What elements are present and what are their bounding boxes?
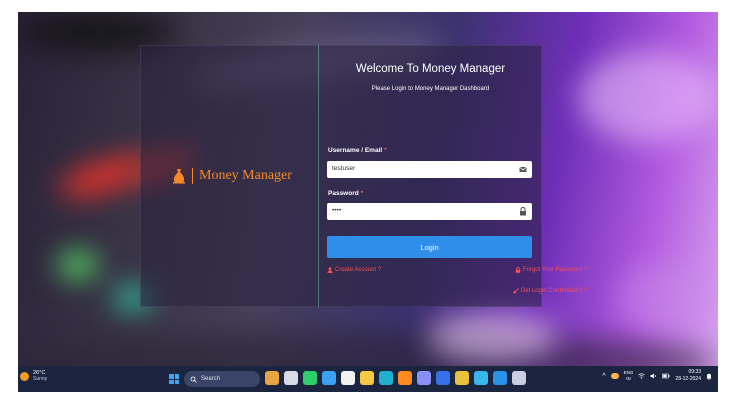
clock-time: 09:33 <box>688 369 701 375</box>
app-icon-vscode[interactable] <box>493 371 507 385</box>
cloud-icon[interactable] <box>610 373 619 379</box>
clock[interactable]: 09:33 28-12-2024 <box>675 369 701 383</box>
login-subtitle: Please Login to Money Manager Dashboard <box>371 86 490 92</box>
forgot-password-text: Forgot Your Password ? <box>522 267 587 273</box>
envelope-icon <box>519 166 527 172</box>
username-label: Username / Email * <box>328 147 387 154</box>
brand-name: Money Manager <box>199 168 292 183</box>
required-mark: * <box>384 147 387 154</box>
welcome-title: Welcome To Money Manager <box>355 63 506 75</box>
lock-small-icon <box>515 267 521 273</box>
battery-icon[interactable] <box>662 373 671 379</box>
create-account-text: Create Account ? <box>335 267 382 273</box>
brand-separator <box>192 168 193 184</box>
app-icon-store[interactable] <box>341 371 355 385</box>
username-value: testuser <box>332 165 356 172</box>
create-account-link[interactable]: Create Account ? <box>327 267 381 273</box>
panel-divider <box>318 45 319 307</box>
windows-start-icon[interactable] <box>169 374 179 384</box>
lock-icon <box>520 207 526 216</box>
get-credentials-text: Get Login Credentials? ? <box>520 288 587 294</box>
app-icon-teams[interactable] <box>417 371 431 385</box>
volume-icon[interactable] <box>650 373 657 379</box>
username-label-text: Username / Email <box>328 147 383 154</box>
username-field[interactable]: testuser <box>327 161 532 178</box>
password-label-text: Password <box>328 190 359 197</box>
search-icon <box>190 376 197 383</box>
pinned-apps <box>265 371 526 385</box>
user-icon <box>327 267 333 273</box>
password-field[interactable]: •••• <box>327 203 532 220</box>
notification-bell-icon[interactable] <box>706 373 712 380</box>
app-icon-chrome[interactable] <box>455 371 469 385</box>
chevron-up-icon[interactable]: ^ <box>602 373 605 380</box>
app-icon-edge[interactable] <box>379 371 393 385</box>
app-icon-notepad[interactable] <box>512 371 526 385</box>
weather-widget[interactable]: 26°C Sunny <box>20 370 47 382</box>
required-mark: * <box>360 190 364 197</box>
app-icon-widgets[interactable] <box>265 371 279 385</box>
app-icon-whatsapp[interactable] <box>303 371 317 385</box>
taskbar-search[interactable]: Search <box>184 371 260 387</box>
app-icon-chrome-like[interactable] <box>322 371 336 385</box>
language-indicator[interactable]: ENG IN <box>624 370 634 382</box>
clock-date: 28-12-2024 <box>675 376 701 382</box>
app-icon-taskview[interactable] <box>284 371 298 385</box>
wifi-icon[interactable] <box>638 373 646 379</box>
search-label: Search <box>201 376 221 382</box>
password-value: •••• <box>332 207 342 214</box>
taskbar: 26°C Sunny Search ^ ENG IN 09:33 28-12-2… <box>18 366 718 392</box>
lang-bottom: IN <box>626 376 631 381</box>
password-label: Password * <box>328 190 363 197</box>
weather-condition: Sunny <box>33 376 48 382</box>
app-icon-copilot[interactable] <box>474 371 488 385</box>
brand: Money Manager <box>172 168 292 184</box>
login-button[interactable]: Login <box>327 236 532 258</box>
system-tray: ^ ENG IN 09:33 28-12-2024 <box>602 369 712 383</box>
get-credentials-link[interactable]: Get Login Credentials? ? <box>513 288 587 294</box>
money-bag-logo-icon <box>173 169 185 184</box>
key-icon <box>513 288 519 294</box>
app-icon-word[interactable] <box>436 371 450 385</box>
app-icon-files[interactable] <box>360 371 374 385</box>
app-icon-firefox[interactable] <box>398 371 412 385</box>
forgot-password-link[interactable]: Forgot Your Password ? <box>515 267 587 273</box>
sun-icon <box>20 371 29 381</box>
